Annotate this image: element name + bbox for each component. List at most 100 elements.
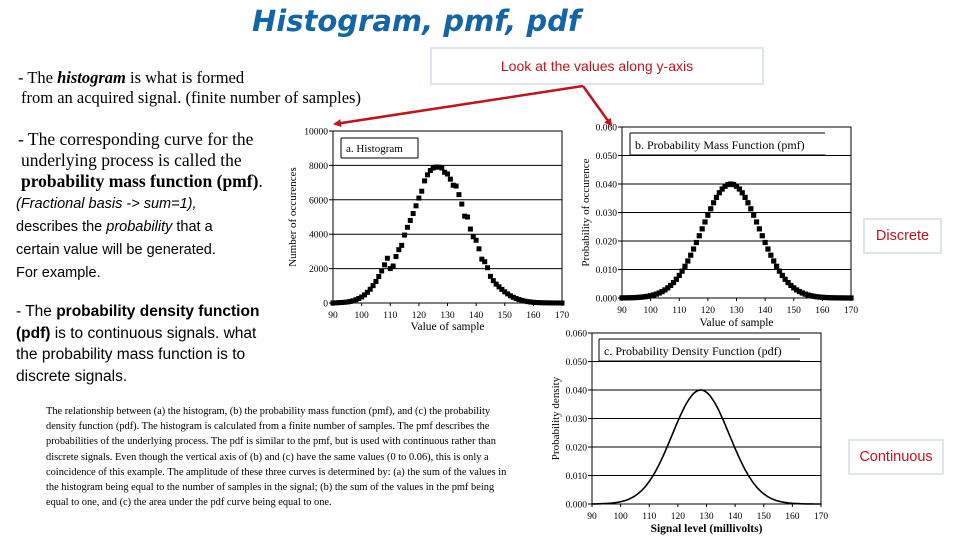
data-point	[768, 252, 774, 258]
x-tick-label: 110	[383, 311, 397, 321]
x-tick-label: 160	[526, 311, 541, 321]
chart-pdf: 0.000 0.010 0.020 0.030 0.040 0.050 0.060 90 100…	[550, 330, 828, 536]
data-point	[699, 226, 705, 232]
data-point	[705, 212, 711, 218]
data-point	[753, 219, 760, 225]
x-tick-label: 160	[785, 512, 800, 522]
data-point	[771, 258, 777, 264]
chart-title: b. Probability Mass Function (pmf)	[635, 138, 805, 152]
data-point	[742, 194, 748, 200]
data-point	[756, 226, 762, 232]
y-tick-label: 0.020	[566, 444, 588, 454]
data-point	[693, 239, 700, 246]
data-point	[390, 263, 396, 269]
data-point	[456, 192, 462, 198]
data-point	[685, 258, 691, 264]
x-tick-label: 130	[729, 306, 744, 316]
x-tick-label: 130	[440, 311, 455, 321]
y-tick-label: 4000	[309, 231, 328, 241]
y-tick-label: 0.050	[596, 152, 618, 162]
data-point	[465, 214, 471, 220]
data-point	[413, 203, 419, 209]
y-tick-label: 0.040	[596, 181, 618, 191]
x-axis-label: Value of sample	[410, 321, 484, 333]
x-tick-label: 120	[671, 512, 686, 522]
data-point	[467, 226, 473, 232]
data-point	[679, 268, 685, 274]
data-point	[487, 273, 493, 279]
x-tick-label: 100	[355, 311, 370, 321]
data-point	[682, 263, 688, 269]
x-tick-label: 150	[498, 311, 513, 321]
x-tick-label: 110	[672, 306, 686, 316]
y-axis-label: Number of occurences	[287, 167, 299, 267]
data-point	[751, 212, 757, 218]
data-point	[404, 224, 410, 230]
x-tick-label: 140	[728, 512, 743, 522]
y-tick-label: 10000	[304, 128, 328, 138]
x-tick-label: 120	[701, 306, 716, 316]
y-tick-label: 0.050	[566, 358, 588, 368]
y-tick-label: 0.020	[596, 238, 618, 248]
data-point	[410, 211, 416, 217]
chart-title: c. Probability Density Function (pdf)	[604, 344, 782, 358]
data-point	[416, 195, 422, 201]
x-tick-label: 160	[815, 306, 830, 316]
data-point	[447, 176, 453, 182]
data-point	[485, 265, 491, 271]
data-point	[373, 279, 379, 284]
data-point	[748, 206, 754, 212]
y-tick-label: 0	[323, 300, 328, 310]
arrow-to-histogram-yaxis	[333, 84, 584, 128]
y-tick-label: 0.060	[596, 124, 618, 134]
x-axis-label: Value of sample	[699, 317, 773, 329]
y-tick-label: 0.030	[566, 415, 588, 425]
x-tick-label: 110	[642, 512, 656, 522]
x-tick-label: 100	[614, 512, 629, 522]
data-point	[482, 259, 488, 265]
data-point	[422, 178, 428, 184]
x-tick-label: 170	[844, 306, 859, 316]
data-point	[745, 200, 751, 206]
data-point	[713, 194, 720, 200]
x-tick-label: 90	[617, 306, 627, 316]
data-point	[708, 206, 714, 212]
x-tick-label: 130	[699, 512, 714, 522]
charts-layer: 0 2000 4000 6000 8000 10000 90 100 110 120 130 140 1…	[287, 84, 859, 536]
data-point	[384, 255, 390, 261]
data-point	[424, 172, 430, 178]
data-point	[711, 200, 717, 206]
data-point	[559, 300, 565, 306]
data-point	[765, 246, 771, 252]
x-axis-label: Signal level (millivolts)	[651, 523, 763, 535]
x-tick-label: 100	[644, 306, 659, 316]
data-point	[399, 242, 405, 248]
x-tick-label: 170	[555, 311, 570, 321]
x-tick-label: 150	[757, 512, 772, 522]
data-point	[419, 188, 425, 194]
data-point	[702, 219, 708, 225]
data-point	[396, 247, 402, 253]
data-point	[379, 268, 385, 274]
data-point	[848, 295, 854, 301]
y-tick-label: 0.040	[566, 387, 588, 397]
chart-title: a. Histogram	[346, 143, 403, 155]
data-point	[688, 252, 694, 258]
data-point	[402, 232, 408, 238]
y-axis-label: Probability of occurence	[580, 158, 592, 266]
data-point	[393, 254, 399, 260]
x-tick-label: 120	[412, 311, 427, 321]
data-point	[439, 165, 445, 171]
data-point	[382, 262, 388, 268]
data-point	[407, 217, 413, 223]
data-point	[453, 183, 459, 189]
y-tick-label: 2000	[309, 265, 328, 275]
data-point	[690, 246, 697, 252]
x-tick-label: 150	[787, 306, 802, 316]
plot-frame	[332, 130, 563, 304]
x-tick-label: 90	[328, 311, 338, 321]
y-tick-label: 0.000	[596, 295, 618, 305]
data-point	[445, 171, 450, 177]
x-tick-label: 140	[758, 306, 773, 316]
data-point	[459, 201, 465, 207]
